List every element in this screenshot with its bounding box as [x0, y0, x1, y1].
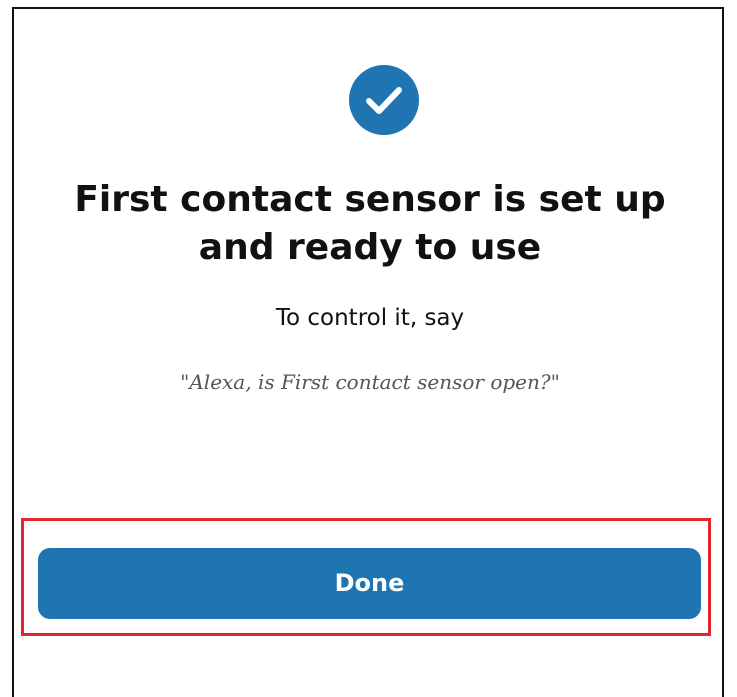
example-voice-command: "Alexa, is First contact sensor open?" [180, 370, 560, 394]
control-instruction: To control it, say [275, 305, 465, 331]
checkmark-icon [349, 65, 419, 135]
setup-title: First contact sensor is set up and ready… [74, 179, 666, 268]
checkmark-glyph [366, 87, 402, 114]
done-button[interactable]: Done [38, 548, 701, 619]
